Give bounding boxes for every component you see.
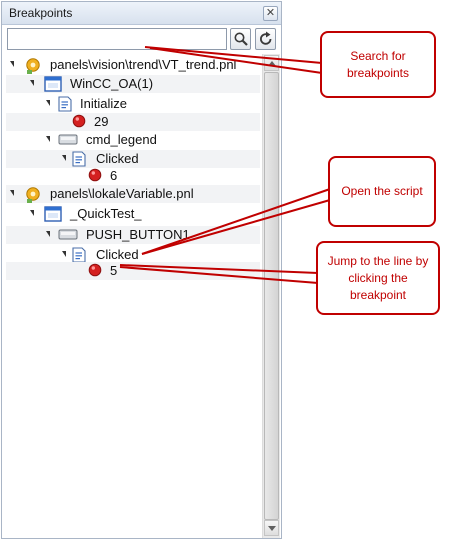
tree-row[interactable]: 5 [6,262,260,280]
callout-jump: Jump to the line by clicking the breakpo… [316,241,440,315]
vertical-scrollbar[interactable] [262,54,280,538]
arrow-up-icon [268,61,276,66]
tree-item-label: WinCC_OA(1) [70,76,154,91]
panel-title: Breakpoints [9,6,73,20]
expander-icon[interactable] [10,61,14,67]
tree-item-label: Clicked [96,247,139,262]
tree-item-label: panels\vision\trend\VT_trend.pnl [50,57,237,72]
close-button[interactable]: ✕ [263,6,278,21]
search-button[interactable] [230,28,251,50]
breakpoint-search-input[interactable] [7,28,227,50]
expander-icon[interactable] [62,251,66,257]
callout-search: Search for breakpoints [320,31,436,98]
search-row [2,28,281,52]
tree-item-label: cmd_legend [86,132,157,147]
tree-item-label: Initialize [80,96,127,111]
breakpoints-panel: Breakpoints ✕ panels\vision\trend\VT_tre… [1,1,282,539]
search-icon [234,32,248,46]
panel-titlebar: Breakpoints ✕ [2,2,281,25]
tree-item-label: panels\lokaleVariable.pnl [50,186,194,201]
tree-item-label: 29 [94,114,109,129]
button-object-icon [58,132,78,151]
tree-row[interactable]: WinCC_OA(1) [6,75,260,93]
tree-row[interactable]: Initialize [6,95,260,113]
breakpoint-icon [88,263,102,282]
tree-row[interactable]: _QuickTest_ [6,205,260,223]
expander-icon[interactable] [62,155,66,161]
arrow-down-icon [268,526,276,531]
tree-item-label: Clicked [96,151,139,166]
tree-row[interactable]: panels\lokaleVariable.pnl [6,185,260,203]
button-object-icon [58,227,78,246]
tree-item-label: 5 [110,263,118,278]
expander-icon[interactable] [30,80,34,86]
tree-item-label: 6 [110,168,118,183]
tree-row[interactable]: cmd_legend [6,131,260,149]
tree-row[interactable]: panels\vision\trend\VT_trend.pnl [6,56,260,74]
breakpoint-tree: panels\vision\trend\VT_trend.pnl WinCC_OA… [2,54,262,538]
refresh-icon [260,31,272,45]
close-icon: ✕ [265,7,276,19]
callout-open-script: Open the script [328,156,436,227]
scroll-thumb[interactable] [264,72,279,520]
expander-icon[interactable] [46,136,50,142]
tree-row[interactable]: Clicked [6,150,260,168]
refresh-button[interactable] [255,28,276,50]
expander-icon[interactable] [46,100,50,106]
tree-item-label: _QuickTest_ [70,206,142,221]
window-icon [44,76,62,97]
expander-icon[interactable] [10,190,14,196]
expander-icon[interactable] [46,231,50,237]
tree-row[interactable]: 6 [6,167,260,185]
scroll-down-button[interactable] [264,520,279,536]
expander-icon[interactable] [30,210,34,216]
window-icon [44,206,62,227]
tree-item-label: PUSH_BUTTON1 [86,227,190,242]
tree-row[interactable]: PUSH_BUTTON1 [6,226,260,244]
tree-row[interactable]: 29 [6,113,260,131]
scroll-up-button[interactable] [264,55,279,71]
